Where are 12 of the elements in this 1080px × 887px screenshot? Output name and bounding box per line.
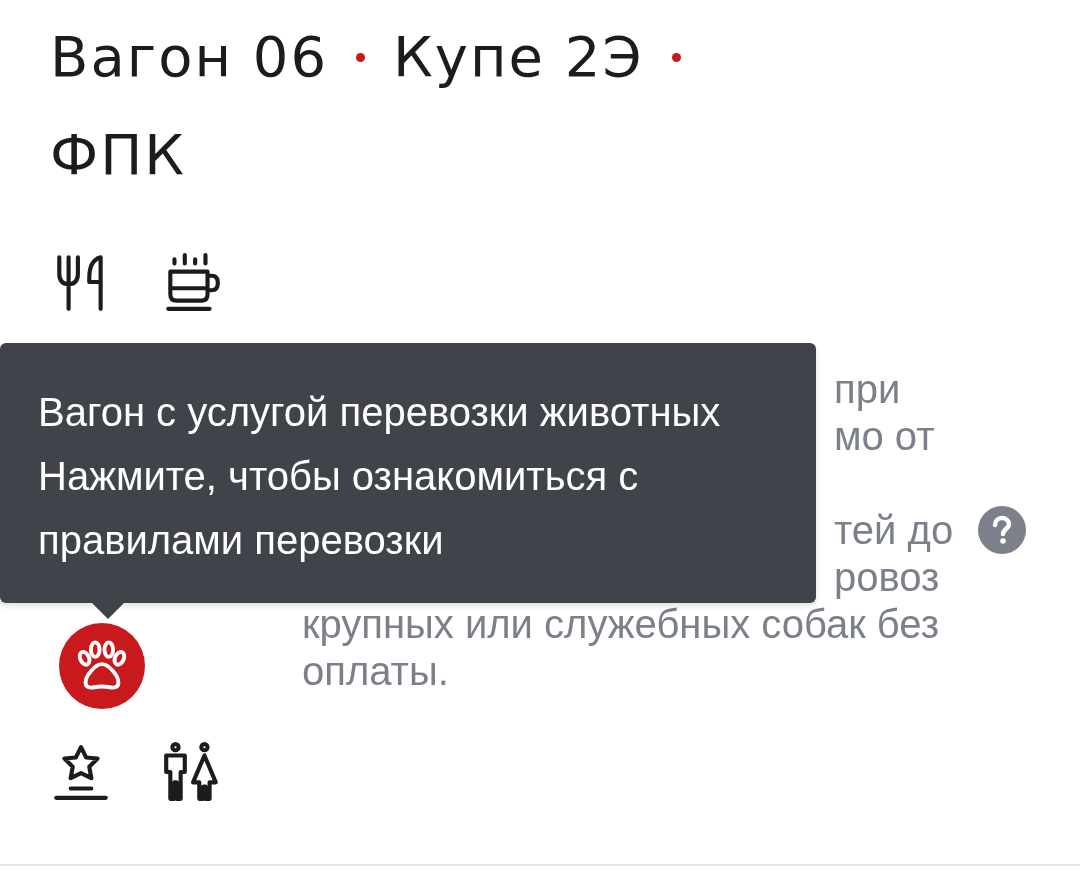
description-text: крупных или служебных собак без (302, 602, 939, 646)
description-text: тей до (834, 508, 954, 552)
title-text: Купе 2Э (393, 23, 644, 91)
tooltip-text: Нажмите, чтобы ознакомиться с правилами перевозки (38, 453, 640, 564)
description-text: оплаты. (302, 649, 449, 693)
tooltip-title: Вагон с услугой перевозки животных (38, 389, 721, 436)
description-text: при (834, 367, 901, 411)
description-text: ровоз (834, 555, 940, 599)
title-text: Вагон 06 (50, 23, 329, 91)
help-icon[interactable] (978, 506, 1026, 554)
description-text: мо от (834, 414, 935, 458)
title-text: ФПК (50, 121, 187, 189)
